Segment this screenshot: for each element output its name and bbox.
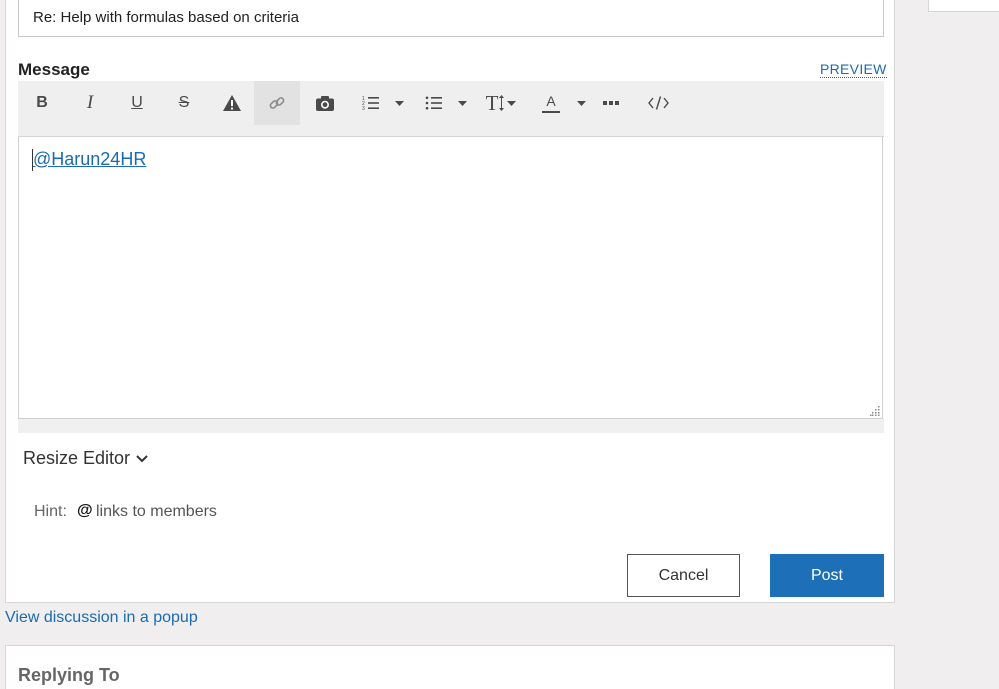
message-label: Message [18,60,90,79]
link-icon[interactable] [254,81,300,125]
code-view-icon[interactable] [646,81,670,125]
view-discussion-popup-link[interactable]: View discussion in a popup [5,609,198,627]
editor-footer-strip [18,419,884,433]
numbered-list-icon[interactable]: 123 [360,81,382,125]
resize-grip-icon[interactable] [870,406,880,416]
editor-toolbar: B I U S 123 T A [18,81,884,137]
camera-icon[interactable] [313,81,337,125]
hint-at-symbol: @ [77,502,93,519]
numbered-list-dropdown-icon[interactable] [392,81,406,125]
hint-text: links to members [96,503,217,520]
font-color-icon[interactable]: A [540,81,562,125]
font-color-dropdown-icon[interactable] [574,81,588,125]
subject-field[interactable]: Re: Help with formulas based on criteria [18,0,884,37]
bold-button[interactable]: B [30,81,54,125]
side-card [928,0,999,12]
italic-button[interactable]: I [78,81,102,125]
resize-editor-label: Resize Editor [23,448,131,468]
more-options-icon[interactable] [601,81,621,125]
replying-to-panel: Replying To [5,645,895,689]
subject-value: Re: Help with formulas based on criteria [33,9,299,26]
hint-label: Hint: [34,503,67,520]
cancel-button[interactable]: Cancel [627,554,740,597]
font-size-icon[interactable]: T [483,81,519,125]
resize-editor-toggle[interactable]: Resize Editor [23,448,148,469]
replying-to-title: Replying To [18,665,120,685]
member-mention[interactable]: @Harun24HR [33,149,146,170]
preview-link[interactable]: PREVIEW [820,61,887,78]
post-button[interactable]: Post [770,554,884,597]
warning-icon[interactable] [220,81,244,125]
chevron-down-icon [136,454,148,462]
strikethrough-button[interactable]: S [172,81,196,125]
message-editor[interactable]: @Harun24HR [18,137,883,419]
underline-button[interactable]: U [125,81,149,125]
bullet-list-icon[interactable] [423,81,445,125]
svg-text:3: 3 [362,106,365,111]
bullet-list-dropdown-icon[interactable] [455,81,469,125]
